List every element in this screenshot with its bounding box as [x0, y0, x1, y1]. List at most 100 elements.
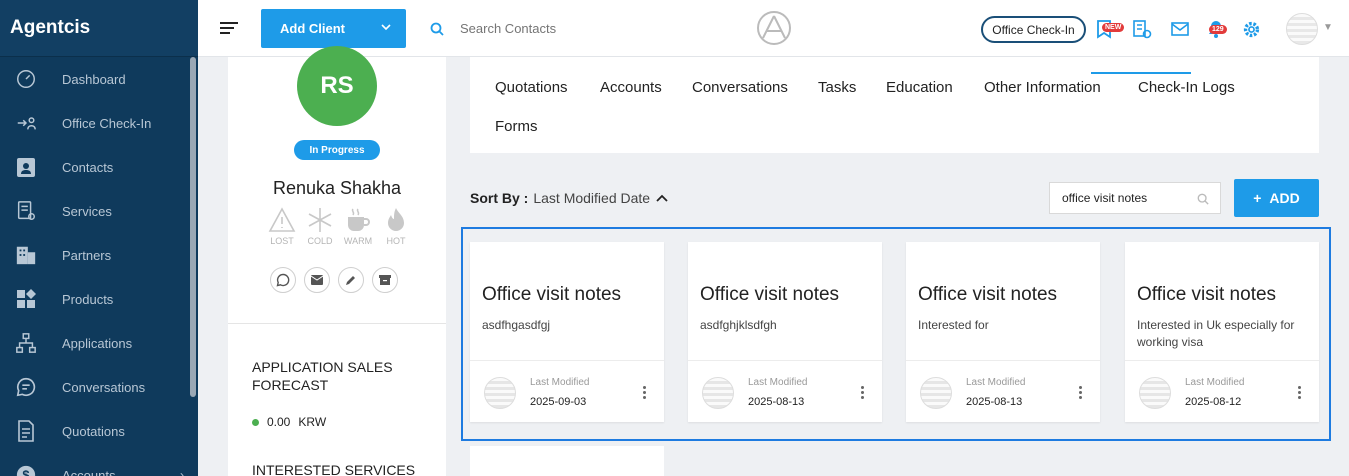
note-footer: Last Modified 2025-08-12	[1125, 360, 1319, 422]
chat-icon	[276, 273, 290, 287]
menu-toggle-icon[interactable]	[220, 22, 238, 36]
note-card[interactable]: Office visit notes asdfghjklsdfgh Last M…	[688, 242, 882, 422]
gear-icon[interactable]	[1243, 21, 1260, 43]
note-card[interactable]: Office visit notes Interested for Last M…	[906, 242, 1100, 422]
contact-card-icon	[14, 155, 38, 179]
top-bar: Add Client Office Check-In NEW 129 ▼	[198, 0, 1349, 57]
email-action-button[interactable]	[304, 267, 330, 293]
search-contacts-input[interactable]	[460, 16, 710, 40]
sidebar-item-applications[interactable]: Applications	[0, 321, 198, 365]
sidebar-item-label: Office Check-In	[62, 115, 152, 131]
more-options-icon[interactable]	[1079, 386, 1083, 401]
chat-icon	[14, 375, 38, 399]
temperature-hot[interactable]: HOT	[380, 207, 412, 246]
last-modified-label: Last Modified	[530, 377, 590, 388]
sales-forecast-title: APPLICATION SALES FORECAST	[252, 359, 393, 393]
more-options-icon[interactable]	[643, 386, 647, 401]
temperature-lost[interactable]: LOST	[266, 207, 298, 246]
chat-action-button[interactable]	[270, 267, 296, 293]
office-checkin-button[interactable]: Office Check-In	[981, 16, 1086, 43]
new-badge: NEW	[1102, 23, 1125, 32]
forecast-currency: KRW	[298, 415, 327, 429]
sidebar-item-quotations[interactable]: Quotations	[0, 409, 198, 453]
sidebar-item-label: Quotations	[62, 423, 125, 439]
sidebar-item-label: Conversations	[62, 379, 146, 395]
sidebar-item-partners[interactable]: Partners	[0, 233, 198, 277]
sidebar-item-office-checkin[interactable]: Office Check-In	[0, 101, 198, 145]
note-title: Office visit notes	[918, 284, 1058, 305]
tab-education[interactable]: Education	[886, 79, 953, 96]
snowflake-icon	[308, 208, 332, 232]
more-options-icon[interactable]	[861, 386, 865, 401]
tab-conversations[interactable]: Conversations	[692, 79, 788, 96]
section-divider	[228, 323, 446, 324]
archive-icon	[379, 275, 391, 285]
tab-tasks[interactable]: Tasks	[818, 79, 856, 96]
sidebar-item-label: Partners	[62, 247, 112, 263]
note-description: Interested in Uk especially for working …	[1137, 318, 1295, 349]
temperature-label: COLD	[307, 236, 333, 246]
sidebar-item-services[interactable]: Services	[0, 189, 198, 233]
search-icon[interactable]	[1197, 192, 1209, 210]
sort-by-control[interactable]: Sort By : Last Modified Date	[470, 190, 669, 206]
temperature-warm[interactable]: WARM	[342, 207, 374, 246]
forecast-amount: 0.00	[267, 415, 291, 429]
edit-action-button[interactable]	[338, 267, 364, 293]
add-client-button[interactable]: Add Client	[261, 9, 406, 48]
search-icon[interactable]	[430, 22, 444, 41]
last-modified-label: Last Modified	[966, 377, 1026, 388]
status-badge[interactable]: In Progress	[294, 140, 380, 160]
contact-tabs: Quotations Accounts Conversations Tasks …	[470, 57, 1319, 153]
sidebar-item-products[interactable]: Products	[0, 277, 198, 321]
chevron-down-icon[interactable]	[380, 21, 392, 36]
last-modified-date: 2025-08-13	[748, 396, 805, 408]
add-note-label: ADD	[1269, 190, 1300, 206]
warning-icon	[268, 207, 296, 232]
last-modified-date: 2025-08-12	[1185, 396, 1242, 408]
note-footer: Last Modified 2025-08-13	[906, 360, 1100, 422]
tab-checkin-logs[interactable]: Check-In Logs	[1138, 79, 1235, 96]
envelope-icon	[311, 275, 323, 285]
sidebar-item-accounts[interactable]: $ Accounts ›	[0, 453, 198, 476]
sidebar-item-label: Accounts	[62, 467, 116, 476]
fire-icon	[388, 208, 404, 231]
chevron-down-icon[interactable]: ▼	[1323, 22, 1333, 33]
brand-logo[interactable]: Agentcis	[0, 0, 198, 57]
add-note-button[interactable]: + ADD	[1234, 179, 1319, 217]
sort-by-value: Last Modified Date	[533, 190, 651, 206]
note-card[interactable]: Office visit notes asdfhgasdfgj Last Mod…	[470, 242, 664, 422]
plus-icon: +	[1253, 190, 1262, 206]
sidebar-nav: Dashboard Office Check-In Contacts Servi…	[0, 57, 198, 476]
more-options-icon[interactable]	[1298, 386, 1302, 401]
tab-forms[interactable]: Forms	[495, 118, 538, 135]
sidebar-item-conversations[interactable]: Conversations	[0, 365, 198, 409]
status-dot-icon	[252, 418, 259, 426]
sidebar-item-dashboard[interactable]: Dashboard	[0, 57, 198, 101]
sidebar-scrollbar[interactable]	[190, 57, 196, 397]
temperature-cold[interactable]: COLD	[304, 207, 336, 246]
sidebar-item-label: Applications	[62, 335, 133, 351]
note-card-partial[interactable]	[470, 446, 664, 476]
note-footer: Last Modified 2025-08-13	[688, 360, 882, 422]
contact-profile-panel: RS In Progress Renuka Shakha LOST COLD W…	[228, 46, 446, 476]
temperature-label: HOT	[386, 236, 406, 246]
note-card[interactable]: Office visit notes Interested in Uk espe…	[1125, 242, 1319, 422]
notes-filter-input[interactable]	[1049, 182, 1221, 214]
user-avatar[interactable]	[1286, 13, 1318, 45]
tab-other-information[interactable]: Other Information	[984, 79, 1101, 96]
tab-accounts[interactable]: Accounts	[600, 79, 662, 96]
note-description: asdfghjklsdfgh	[700, 318, 777, 332]
tab-quotations[interactable]: Quotations	[495, 79, 568, 96]
sort-by-label: Sort By :	[470, 190, 529, 206]
services-icon	[14, 199, 38, 223]
products-icon	[14, 287, 38, 311]
chevron-up-icon[interactable]	[655, 193, 669, 203]
task-list-icon[interactable]	[1132, 19, 1152, 44]
sidebar-item-contacts[interactable]: Contacts	[0, 145, 198, 189]
coffee-cup-icon	[348, 208, 370, 231]
archive-action-button[interactable]	[372, 267, 398, 293]
sidebar-item-label: Dashboard	[62, 71, 126, 87]
mail-icon[interactable]	[1171, 21, 1189, 42]
active-tab-indicator	[1091, 72, 1191, 74]
note-description: asdfhgasdfgj	[482, 318, 551, 332]
